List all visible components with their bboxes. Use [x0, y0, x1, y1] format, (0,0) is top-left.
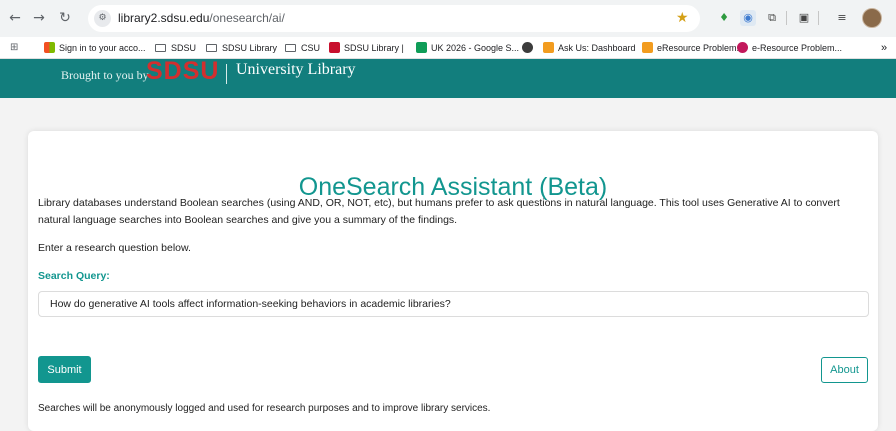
bookmark-item[interactable]: Sign in to your acco... — [44, 40, 146, 56]
bookmark-item[interactable]: SDSU Library | — [329, 40, 404, 56]
folder-icon — [155, 44, 166, 52]
extension-drop-icon[interactable]: ♦ — [716, 10, 732, 26]
university-library-link[interactable]: University Library — [236, 61, 356, 79]
google-sheets-icon — [416, 42, 427, 53]
profile-avatar[interactable] — [862, 8, 882, 28]
toolbar-divider — [786, 11, 787, 25]
header-divider — [226, 64, 227, 84]
reload-icon[interactable]: ↻ — [56, 9, 74, 27]
bookmark-item[interactable]: Ask Us: Dashboard — [543, 40, 636, 56]
site-info-icon[interactable]: ⚙ — [94, 10, 111, 27]
bookmark-item[interactable]: eResource Problem... — [642, 40, 744, 56]
logging-notice: Searches will be anonymously logged and … — [38, 403, 491, 414]
microsoft-icon — [44, 42, 55, 53]
bookmark-folder[interactable]: SDSU — [155, 40, 196, 56]
bookmark-item[interactable]: UK 2026 - Google S... — [416, 40, 519, 56]
about-button[interactable]: About — [821, 357, 868, 383]
toolbar-divider — [818, 11, 819, 25]
apps-grid-icon[interactable]: ⊞ — [10, 42, 22, 54]
bookmark-folder[interactable]: SDSU Library — [206, 40, 277, 56]
extensions-puzzle-icon[interactable]: ⧉ — [764, 10, 780, 26]
bookmarks-bar: ⊞ Sign in to your acco... SDSU SDSU Libr… — [0, 37, 896, 59]
forward-icon[interactable]: → — [30, 9, 48, 27]
screenshot-icon[interactable]: ▣ — [796, 10, 812, 26]
search-query-input[interactable] — [38, 291, 869, 317]
bookmarks-overflow-icon[interactable]: » — [881, 40, 887, 56]
bookmark-item[interactable]: e-Resource Problem... — [737, 40, 842, 56]
globe-icon — [522, 42, 533, 53]
bookmark-item[interactable] — [522, 40, 537, 56]
springshare-icon — [543, 42, 554, 53]
extension-shield-icon[interactable]: ◉ — [740, 10, 756, 26]
brought-to-you-text: Brought to you by — [61, 68, 149, 82]
research-prompt: Enter a research question below. — [38, 242, 191, 254]
springshare-icon — [642, 42, 653, 53]
bookmark-star-icon[interactable]: ★ — [676, 9, 689, 27]
bookmark-folder[interactable]: CSU — [285, 40, 320, 56]
cloud-icon — [737, 42, 748, 53]
reading-list-icon[interactable]: ≡ — [834, 10, 850, 26]
back-icon[interactable]: ← — [6, 9, 24, 27]
sdsu-icon — [329, 42, 340, 53]
assistant-card: OneSearch Assistant (Beta) Library datab… — [28, 131, 878, 431]
sdsu-logo[interactable]: SDSU — [146, 57, 219, 86]
site-header: Brought to you by SDSU University Librar… — [0, 57, 896, 98]
tool-description: Library databases understand Boolean sea… — [38, 197, 840, 226]
address-bar[interactable]: ⚙ library2.sdsu.edu/onesearch/ai/ — [88, 5, 700, 32]
folder-icon — [206, 44, 217, 52]
folder-icon — [285, 44, 296, 52]
submit-button[interactable]: Submit — [38, 356, 91, 383]
browser-toolbar: ← → ↻ ⚙ library2.sdsu.edu/onesearch/ai/ … — [0, 0, 896, 37]
url-text[interactable]: library2.sdsu.edu/onesearch/ai/ — [118, 11, 285, 25]
search-query-label: Search Query: — [38, 270, 110, 282]
